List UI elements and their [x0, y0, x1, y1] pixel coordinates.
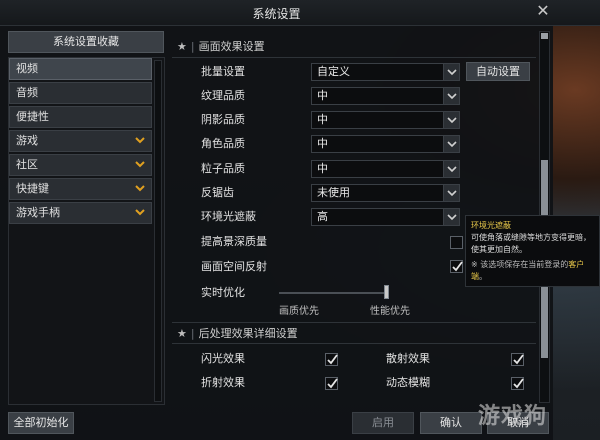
star-icon[interactable]: ★	[177, 40, 187, 53]
watermark-logo: 游戏狗	[478, 404, 548, 429]
setting-label: 画面空间反射	[201, 260, 267, 273]
preset-dropdown[interactable]: 自定义	[311, 63, 460, 81]
star-icon[interactable]: ★	[177, 327, 187, 340]
anti-aliasing-dropdown[interactable]: 未使用	[311, 184, 460, 202]
chevron-down-icon	[443, 112, 459, 128]
chevron-down-icon	[135, 209, 145, 216]
sidebar-item-community[interactable]: 社区	[9, 154, 152, 176]
tooltip-title: 环境光遮蔽	[471, 221, 511, 230]
particle-quality-dropdown[interactable]: 中	[311, 160, 460, 178]
setting-label: 阴影品质	[201, 113, 245, 126]
title-bar: 系统设置 ✕	[0, 0, 600, 26]
sidebar-item-label: 游戏手柄	[16, 206, 60, 219]
sidebar-item-label: 便捷性	[16, 110, 49, 123]
dropdown-value: 未使用	[317, 186, 350, 199]
dropdown-value: 中	[317, 89, 328, 102]
dropdown-value: 高	[317, 210, 328, 223]
shadow-quality-dropdown[interactable]: 中	[311, 111, 460, 129]
check-icon	[513, 378, 524, 389]
reset-all-button[interactable]: 全部初始化	[8, 412, 74, 434]
scroll-up-icon[interactable]	[541, 33, 548, 39]
check-icon	[327, 378, 338, 389]
check-icon	[452, 261, 463, 272]
slider-right-caption: 性能优先	[370, 306, 410, 317]
sidebar-item-convenience[interactable]: 便捷性	[9, 106, 152, 128]
chevron-down-icon	[443, 185, 459, 201]
chevron-down-icon	[135, 185, 145, 192]
chevron-down-icon	[135, 137, 145, 144]
setting-label: 反锯齿	[201, 186, 234, 199]
sidebar-item-label: 快捷键	[16, 182, 49, 195]
window-title: 系统设置	[252, 7, 301, 21]
favorites-button[interactable]: 系统设置收藏	[8, 31, 164, 53]
dropdown-value: 中	[317, 113, 328, 126]
setting-label: 折射效果	[201, 376, 245, 389]
confirm-button[interactable]: 确认	[420, 412, 482, 434]
depth-of-field-checkbox[interactable]	[450, 236, 463, 249]
sidebar-item-hotkeys[interactable]: 快捷键	[9, 178, 152, 200]
chevron-down-icon	[443, 88, 459, 104]
setting-label: 环境光遮蔽	[201, 210, 256, 223]
texture-quality-dropdown[interactable]: 中	[311, 87, 460, 105]
sidebar-item-label: 音频	[16, 86, 38, 99]
dropdown-value: 自定义	[317, 65, 350, 78]
character-quality-dropdown[interactable]: 中	[311, 135, 460, 153]
ambient-occlusion-tooltip: 环境光遮蔽 可使角落或缝隙等地方变得更暗，使其更加自然。 ※ 该选项保存在当前登…	[465, 215, 600, 287]
close-icon[interactable]: ✕	[534, 2, 552, 20]
slider-handle[interactable]	[383, 285, 389, 299]
sidebar-item-video[interactable]: 视频	[9, 58, 152, 80]
section-title: 画面效果设置	[198, 40, 265, 53]
setting-label: 散射效果	[386, 352, 430, 365]
sidebar-item-gamepad[interactable]: 游戏手柄	[9, 202, 152, 224]
setting-label: 纹理品质	[201, 89, 245, 102]
sidebar-list: 视频 音频 便捷性 游戏 社区 快捷键 游戏手柄	[9, 58, 152, 226]
scatter-effect-checkbox[interactable]	[511, 353, 524, 366]
tooltip-note: ※ 该选项保存在当前登录的客户端。	[471, 260, 585, 281]
tooltip-body: 可使角落或缝隙等地方变得更暗，使其更加自然。	[471, 233, 591, 254]
setting-label: 实时优化	[201, 286, 245, 299]
sidebar-item-label: 社区	[16, 158, 38, 171]
section-title: 后处理效果详细设置	[198, 327, 298, 340]
sidebar-scrollbar[interactable]	[154, 60, 162, 402]
slider-left-caption: 画质优先	[279, 306, 319, 317]
divider	[172, 322, 536, 323]
chevron-down-icon	[443, 209, 459, 225]
ambient-occlusion-dropdown[interactable]: 高	[311, 208, 460, 226]
sidebar: 视频 音频 便捷性 游戏 社区 快捷键 游戏手柄	[8, 57, 165, 405]
realtime-optimization-slider[interactable]	[279, 292, 389, 294]
motion-blur-checkbox[interactable]	[511, 377, 524, 390]
setting-label: 粒子品质	[201, 162, 245, 175]
apply-button[interactable]: 启用	[352, 412, 414, 434]
divider	[172, 343, 536, 344]
refraction-effect-checkbox[interactable]	[325, 377, 338, 390]
chevron-down-icon	[443, 136, 459, 152]
chevron-down-icon	[443, 64, 459, 80]
screen-space-reflection-checkbox[interactable]	[450, 260, 463, 273]
sidebar-item-label: 视频	[16, 62, 38, 75]
sidebar-item-audio[interactable]: 音频	[9, 82, 152, 104]
sidebar-item-game[interactable]: 游戏	[9, 130, 152, 152]
setting-label: 提高景深质量	[201, 235, 267, 248]
check-icon	[513, 354, 524, 365]
sidebar-item-label: 游戏	[16, 134, 38, 147]
section-header-display: ★ | 画面效果设置	[177, 40, 265, 53]
dropdown-value: 中	[317, 137, 328, 150]
setting-label: 闪光效果	[201, 352, 245, 365]
section-header-post: ★ | 后处理效果详细设置	[177, 327, 298, 340]
setting-label: 角色品质	[201, 137, 245, 150]
check-icon	[327, 354, 338, 365]
auto-setup-button[interactable]: 自动设置	[466, 62, 530, 81]
setting-label: 批量设置	[201, 65, 245, 78]
flash-effect-checkbox[interactable]	[325, 353, 338, 366]
divider	[172, 57, 536, 58]
dropdown-value: 中	[317, 162, 328, 175]
setting-label: 动态模糊	[386, 376, 430, 389]
chevron-down-icon	[135, 161, 145, 168]
chevron-down-icon	[443, 161, 459, 177]
